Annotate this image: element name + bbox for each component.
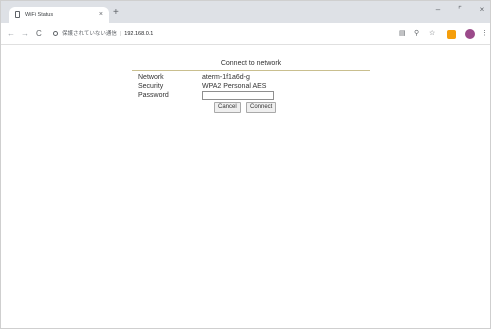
reload-icon[interactable]: C [36,27,42,41]
password-label: Password [138,92,169,99]
menu-icon[interactable]: ⋮ [481,27,488,41]
info-icon[interactable] [53,31,58,37]
url-separator: | [119,31,122,37]
url-text: 192.168.0.1 [124,31,154,37]
forward-icon[interactable]: → [21,27,29,41]
connect-form: Connect to network Network aterm-1f1a6d-… [132,59,370,114]
connect-button[interactable]: Connect [246,102,277,113]
security-value: WPA2 Personal AES [202,83,267,90]
address-bar[interactable]: 保護されていない通信 | 192.168.0.1 [53,27,383,41]
minimize-icon[interactable]: – [434,3,442,17]
tab-wifi-status[interactable]: WiFi Status × [9,7,109,23]
form-title: Connect to network [132,59,370,71]
security-label: Security [138,83,164,90]
zoom-icon[interactable]: ⚲ [414,27,419,41]
network-row: Network aterm-1f1a6d-g [132,73,370,82]
form-rows: Network aterm-1f1a6d-g Security WPA2 Per… [132,71,370,114]
new-tab-icon[interactable]: + [113,6,119,20]
close-tab-icon[interactable]: × [99,7,103,23]
page-content: Connect to network Network aterm-1f1a6d-… [1,45,490,328]
network-value: aterm-1f1a6d-g [202,74,250,81]
security-row: Security WPA2 Personal AES [132,82,370,91]
password-field[interactable] [202,91,274,100]
browser-window: WiFi Status × + – ⌜ × ← → C 保護されていない通信 | 1… [0,0,491,329]
extension-icon[interactable] [447,30,456,39]
tab-title: WiFi Status [25,12,54,18]
document-icon [15,11,20,18]
back-icon[interactable]: ← [7,27,15,41]
tab-strip: WiFi Status × + – ⌜ × [1,1,490,23]
profile-avatar-icon[interactable] [465,29,475,39]
security-status-text: 保護されていない通信 [62,31,117,37]
window-controls: – ⌜ × [434,3,486,17]
password-row: Password [132,91,370,100]
close-window-icon[interactable]: × [478,3,486,17]
browser-toolbar: ← → C 保護されていない通信 | 192.168.0.1 ▤ ⚲ ☆ ⋮ [1,23,490,45]
network-label: Network [138,74,164,81]
cancel-button[interactable]: Cancel [214,102,241,113]
bookmark-star-icon[interactable]: ☆ [429,27,435,41]
button-row: Cancel Connect [132,102,370,114]
maximize-icon[interactable]: ⌜ [456,3,464,17]
translate-icon[interactable]: ▤ [399,27,406,41]
